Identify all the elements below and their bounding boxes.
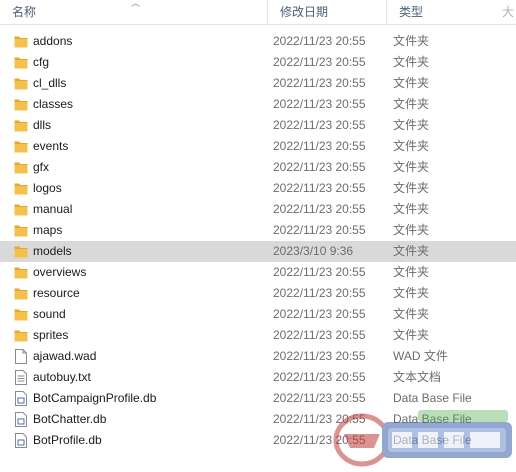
file-modified-date: 2022/11/23 20:55 [273,76,366,90]
db-file-icon [14,433,28,448]
file-type: 文件夹 [393,76,430,90]
folder-icon [14,202,28,217]
file-modified-date: 2022/11/23 20:55 [273,55,366,69]
file-type: 文件夹 [393,55,430,69]
file-modified-date: 2022/11/23 20:55 [273,328,366,342]
db-file-icon [14,412,28,427]
file-row[interactable]: sprites 2022/11/23 20:55 文件夹 [0,325,516,346]
file-icon [14,349,28,364]
folder-icon [14,139,28,154]
file-modified-date: 2022/11/23 20:55 [273,118,366,132]
file-name: ajawad.wad [33,349,97,363]
file-type: 文件夹 [393,160,430,174]
file-name: overviews [33,265,87,279]
folder-icon [14,160,28,175]
column-type-header[interactable]: 类型 [386,0,516,24]
folder-icon [14,328,28,343]
file-type: 文件夹 [393,181,430,195]
file-name: logos [33,181,62,195]
file-name: manual [33,202,73,216]
file-row[interactable]: gfx 2022/11/23 20:55 文件夹 [0,157,516,178]
file-type: 文件夹 [393,118,430,132]
file-type: 文件夹 [393,265,430,279]
file-modified-date: 2022/11/23 20:55 [273,181,366,195]
folder-icon [14,55,28,70]
file-row[interactable]: ajawad.wad 2022/11/23 20:55 WAD 文件 [0,346,516,367]
file-type: WAD 文件 [393,349,448,363]
file-modified-date: 2022/11/23 20:55 [273,139,366,153]
file-modified-date: 2022/11/23 20:55 [273,370,366,384]
file-name: models [33,244,72,258]
file-name: addons [33,34,73,48]
file-type: 文件夹 [393,223,430,237]
site-watermark-logo [333,410,512,467]
file-type: 文件夹 [393,34,430,48]
file-row[interactable]: classes 2022/11/23 20:55 文件夹 [0,94,516,115]
sort-up-icon: ︿ [131,0,141,8]
file-name: maps [33,223,63,237]
file-name: gfx [33,160,50,174]
file-type: 文件夹 [393,307,430,321]
folder-icon [14,286,28,301]
file-modified-date: 2022/11/23 20:55 [273,97,366,111]
file-name: events [33,139,69,153]
file-row[interactable]: models 2023/3/10 9:36 文件夹 [0,241,516,262]
file-row[interactable]: sound 2022/11/23 20:55 文件夹 [0,304,516,325]
file-modified-date: 2022/11/23 20:55 [273,160,366,174]
file-type: 文件夹 [393,202,430,216]
file-name: dlls [33,118,52,132]
file-row[interactable]: overviews 2022/11/23 20:55 文件夹 [0,262,516,283]
file-name: BotChatter.db [33,412,107,426]
file-name: resource [33,286,80,300]
folder-icon [14,181,28,196]
folder-icon [14,244,28,259]
folder-icon [14,34,28,49]
file-row[interactable]: resource 2022/11/23 20:55 文件夹 [0,283,516,304]
file-modified-date: 2022/11/23 20:55 [273,223,366,237]
file-name: cfg [33,55,50,69]
file-name: sprites [33,328,69,342]
folder-icon [14,307,28,322]
folder-icon [14,97,28,112]
file-modified-date: 2022/11/23 20:55 [273,202,366,216]
file-type: 文件夹 [393,328,430,342]
file-name: autobuy.txt [33,370,91,384]
file-row[interactable]: autobuy.txt 2022/11/23 20:55 文本文档 [0,367,516,388]
file-modified-date: 2022/11/23 20:55 [273,286,366,300]
file-modified-date: 2022/11/23 20:55 [273,34,366,48]
file-type: 文件夹 [393,244,430,258]
file-modified-date: 2023/3/10 9:36 [273,244,354,258]
file-row[interactable]: logos 2022/11/23 20:55 文件夹 [0,178,516,199]
file-name: sound [33,307,66,321]
file-name: BotCampaignProfile.db [33,391,157,405]
folder-icon [14,76,28,91]
file-type: 文件夹 [393,97,430,111]
file-name: cl_dlls [33,76,67,90]
file-name: BotProfile.db [33,433,102,447]
file-modified-date: 2022/11/23 20:55 [273,265,366,279]
file-row[interactable]: manual 2022/11/23 20:55 文件夹 [0,199,516,220]
folder-icon [14,223,28,238]
file-row[interactable]: cfg 2022/11/23 20:55 文件夹 [0,52,516,73]
file-row[interactable]: events 2022/11/23 20:55 文件夹 [0,136,516,157]
column-date-header[interactable]: 修改日期 [267,0,386,24]
file-row[interactable]: maps 2022/11/23 20:55 文件夹 [0,220,516,241]
column-overflow-icon: 大 [501,5,514,19]
file-row[interactable]: cl_dlls 2022/11/23 20:55 文件夹 [0,73,516,94]
file-type: 文件夹 [393,139,430,153]
file-type: 文本文档 [393,370,442,384]
file-name: classes [33,97,74,111]
file-list: addons 2022/11/23 20:55 文件夹 cfg 2022/11/23 2… [0,31,516,451]
db-file-icon [14,391,28,406]
file-row[interactable]: addons 2022/11/23 20:55 文件夹 [0,31,516,52]
file-modified-date: 2022/11/23 20:55 [273,349,366,363]
file-row[interactable]: dlls 2022/11/23 20:55 文件夹 [0,115,516,136]
file-modified-date: 2022/11/23 20:55 [273,307,366,321]
folder-icon [14,265,28,280]
folder-icon [14,118,28,133]
text-file-icon [14,370,28,385]
file-type: 文件夹 [393,286,430,300]
column-header: 名称 ︿ 修改日期 类型 大 [0,0,516,25]
